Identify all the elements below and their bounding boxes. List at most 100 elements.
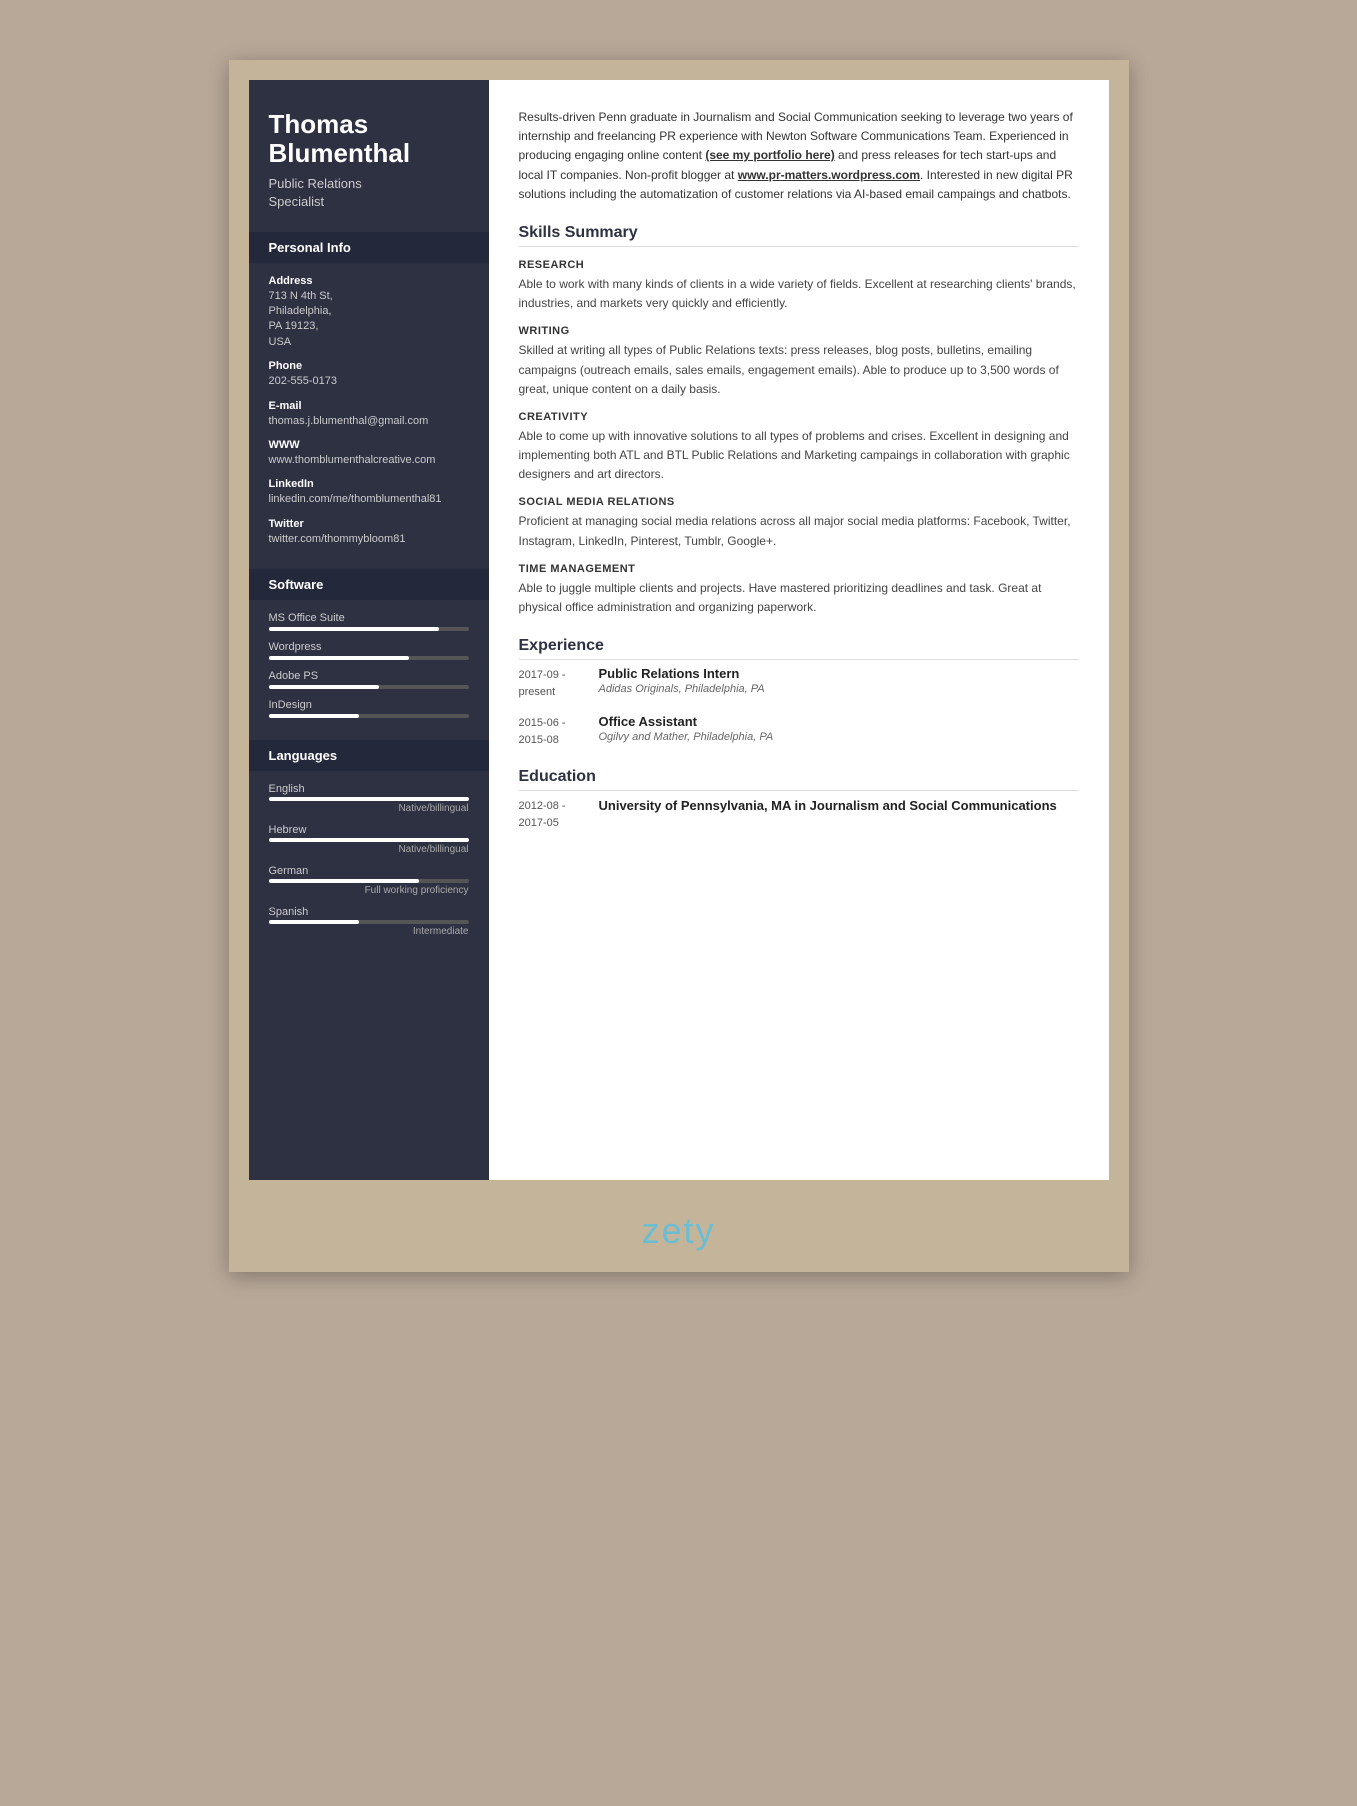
language-bar-fill bbox=[269, 797, 469, 801]
experience-section-title: Experience bbox=[519, 637, 1079, 660]
www-value: www.thomblumenthalcreative.com bbox=[269, 453, 469, 468]
education-section: Education 2012-08 -2017-05 University of… bbox=[519, 768, 1079, 831]
skills-list: RESEARCH Able to work with many kinds of… bbox=[519, 259, 1079, 617]
education-section-title: Education bbox=[519, 768, 1079, 791]
language-level: Intermediate bbox=[269, 926, 469, 937]
language-name: English bbox=[269, 783, 469, 795]
language-level: Native/billingual bbox=[269, 844, 469, 855]
address-value: 713 N 4th St,Philadelphia,PA 19123,USA bbox=[269, 289, 469, 351]
software-section: Software MS Office Suite Wordpress Adobe… bbox=[249, 569, 489, 740]
experience-section: Experience 2017-09 -present Public Relat… bbox=[519, 637, 1079, 748]
exp-date: 2017-09 -present bbox=[519, 666, 599, 700]
experience-list: 2017-09 -present Public Relations Intern… bbox=[519, 666, 1079, 748]
skill-name: MS Office Suite bbox=[269, 612, 469, 624]
blog-url-link[interactable]: www.pr-matters.wordpress.com bbox=[738, 168, 920, 182]
language-item: English Native/billingual bbox=[269, 783, 469, 814]
twitter-value: twitter.com/thommybloom81 bbox=[269, 532, 469, 547]
skill-bar-fill bbox=[269, 627, 439, 631]
language-bar-fill bbox=[269, 879, 419, 883]
languages-content: English Native/billingual Hebrew Native/… bbox=[249, 771, 489, 959]
software-skill-item: Adobe PS bbox=[269, 670, 469, 689]
skill-heading: WRITING bbox=[519, 325, 1079, 337]
phone-value: 202-555-0173 bbox=[269, 374, 469, 389]
exp-details: Office Assistant Ogilvy and Mather, Phil… bbox=[599, 714, 1079, 748]
address-item: Address 713 N 4th St,Philadelphia,PA 191… bbox=[269, 275, 469, 351]
personal-info-title: Personal Info bbox=[249, 232, 489, 263]
education-list: 2012-08 -2017-05 University of Pennsylva… bbox=[519, 797, 1079, 831]
software-title: Software bbox=[249, 569, 489, 600]
language-bar-bg bbox=[269, 838, 469, 842]
language-level: Full working proficiency bbox=[269, 885, 469, 896]
language-bar-bg bbox=[269, 920, 469, 924]
twitter-item: Twitter twitter.com/thommybloom81 bbox=[269, 518, 469, 547]
education-item: 2012-08 -2017-05 University of Pennsylva… bbox=[519, 797, 1079, 831]
candidate-title: Public RelationsSpecialist bbox=[269, 175, 469, 211]
language-bar-fill bbox=[269, 838, 469, 842]
language-bar-fill bbox=[269, 920, 359, 924]
email-item: E-mail thomas.j.blumenthal@gmail.com bbox=[269, 400, 469, 429]
skill-desc: Able to juggle multiple clients and proj… bbox=[519, 579, 1079, 617]
skill-bar-bg bbox=[269, 685, 469, 689]
skills-section: Skills Summary RESEARCH Able to work wit… bbox=[519, 224, 1079, 617]
skill-name: InDesign bbox=[269, 699, 469, 711]
exp-company: Adidas Originals, Philadelphia, PA bbox=[599, 683, 1079, 695]
skill-desc: Able to come up with innovative solution… bbox=[519, 427, 1079, 485]
software-skill-item: Wordpress bbox=[269, 641, 469, 660]
language-item: Spanish Intermediate bbox=[269, 906, 469, 937]
languages-title: Languages bbox=[249, 740, 489, 771]
skill-block: WRITING Skilled at writing all types of … bbox=[519, 325, 1079, 399]
skill-heading: TIME MANAGEMENT bbox=[519, 563, 1079, 575]
skill-desc: Proficient at managing social media rela… bbox=[519, 512, 1079, 550]
sidebar-header: Thomas Blumenthal Public RelationsSpecia… bbox=[249, 80, 489, 232]
skill-bar-fill bbox=[269, 685, 379, 689]
twitter-label: Twitter bbox=[269, 518, 469, 530]
summary-text: Results-driven Penn graduate in Journali… bbox=[519, 108, 1079, 204]
skill-bar-fill bbox=[269, 714, 359, 718]
languages-section: Languages English Native/billingual Hebr… bbox=[249, 740, 489, 959]
linkedin-label: LinkedIn bbox=[269, 478, 469, 490]
page-wrapper: Thomas Blumenthal Public RelationsSpecia… bbox=[229, 60, 1129, 1272]
skill-bar-bg bbox=[269, 656, 469, 660]
email-value: thomas.j.blumenthal@gmail.com bbox=[269, 414, 469, 429]
edu-date: 2012-08 -2017-05 bbox=[519, 797, 599, 831]
skill-block: SOCIAL MEDIA RELATIONS Proficient at man… bbox=[519, 496, 1079, 550]
phone-label: Phone bbox=[269, 360, 469, 372]
language-name: Hebrew bbox=[269, 824, 469, 836]
skills-section-title: Skills Summary bbox=[519, 224, 1079, 247]
language-item: German Full working proficiency bbox=[269, 865, 469, 896]
skill-heading: RESEARCH bbox=[519, 259, 1079, 271]
exp-company: Ogilvy and Mather, Philadelphia, PA bbox=[599, 731, 1079, 743]
skill-heading: SOCIAL MEDIA RELATIONS bbox=[519, 496, 1079, 508]
skill-name: Wordpress bbox=[269, 641, 469, 653]
phone-item: Phone 202-555-0173 bbox=[269, 360, 469, 389]
exp-title: Office Assistant bbox=[599, 714, 1079, 729]
skill-bar-bg bbox=[269, 627, 469, 631]
skill-bar-fill bbox=[269, 656, 409, 660]
skill-block: RESEARCH Able to work with many kinds of… bbox=[519, 259, 1079, 313]
zety-brand: zety bbox=[249, 1210, 1109, 1252]
sidebar: Thomas Blumenthal Public RelationsSpecia… bbox=[249, 80, 489, 1180]
personal-info-content: Address 713 N 4th St,Philadelphia,PA 191… bbox=[249, 263, 489, 570]
www-item: WWW www.thomblumenthalcreative.com bbox=[269, 439, 469, 468]
language-level: Native/billingual bbox=[269, 803, 469, 814]
exp-title: Public Relations Intern bbox=[599, 666, 1079, 681]
skill-desc: Able to work with many kinds of clients … bbox=[519, 275, 1079, 313]
address-label: Address bbox=[269, 275, 469, 287]
personal-info-section: Personal Info Address 713 N 4th St,Phila… bbox=[249, 232, 489, 570]
software-content: MS Office Suite Wordpress Adobe PS InDes… bbox=[249, 600, 489, 740]
language-bar-bg bbox=[269, 879, 469, 883]
linkedin-item: LinkedIn linkedin.com/me/thomblumenthal8… bbox=[269, 478, 469, 507]
skill-desc: Skilled at writing all types of Public R… bbox=[519, 341, 1079, 399]
edu-degree: University of Pennsylvania, MA in Journa… bbox=[599, 797, 1079, 815]
language-bar-bg bbox=[269, 797, 469, 801]
software-skill-item: MS Office Suite bbox=[269, 612, 469, 631]
portfolio-link[interactable]: (see my portfolio here) bbox=[705, 148, 834, 162]
exp-date: 2015-06 -2015-08 bbox=[519, 714, 599, 748]
exp-details: Public Relations Intern Adidas Originals… bbox=[599, 666, 1079, 700]
email-label: E-mail bbox=[269, 400, 469, 412]
www-label: WWW bbox=[269, 439, 469, 451]
skill-bar-bg bbox=[269, 714, 469, 718]
language-item: Hebrew Native/billingual bbox=[269, 824, 469, 855]
main-content: Results-driven Penn graduate in Journali… bbox=[489, 80, 1109, 1180]
skill-block: CREATIVITY Able to come up with innovati… bbox=[519, 411, 1079, 485]
